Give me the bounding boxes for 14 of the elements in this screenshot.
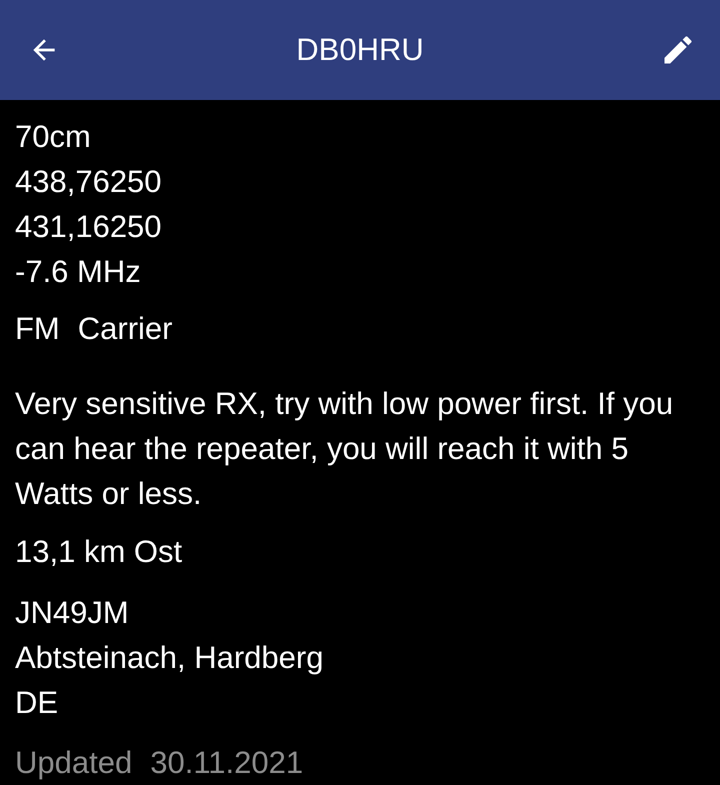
- mode-text: FM: [15, 310, 60, 348]
- app-bar-title: DB0HRU: [296, 32, 424, 68]
- updated-label: Updated: [15, 745, 132, 781]
- remarks-text: Very sensitive RX, try with low power first. If you can hear the repeater, you will reach it with 5 Watts or less.: [15, 385, 674, 513]
- location-text: Abtsteinach, Hardberg: [15, 639, 324, 677]
- shift-text: -7.6 MHz: [15, 253, 142, 291]
- frequency-text: 431,16250: [15, 208, 163, 246]
- frequency-text: 438,76250: [15, 163, 163, 201]
- location-text: DE: [15, 684, 60, 722]
- updated-date: 30.11.2021: [150, 745, 304, 781]
- mode-text: Carrier: [78, 310, 172, 348]
- distance-text: 13,1 km Ost: [15, 533, 184, 571]
- band-text: 70cm: [15, 118, 92, 156]
- location-text: JN49JM: [15, 594, 130, 632]
